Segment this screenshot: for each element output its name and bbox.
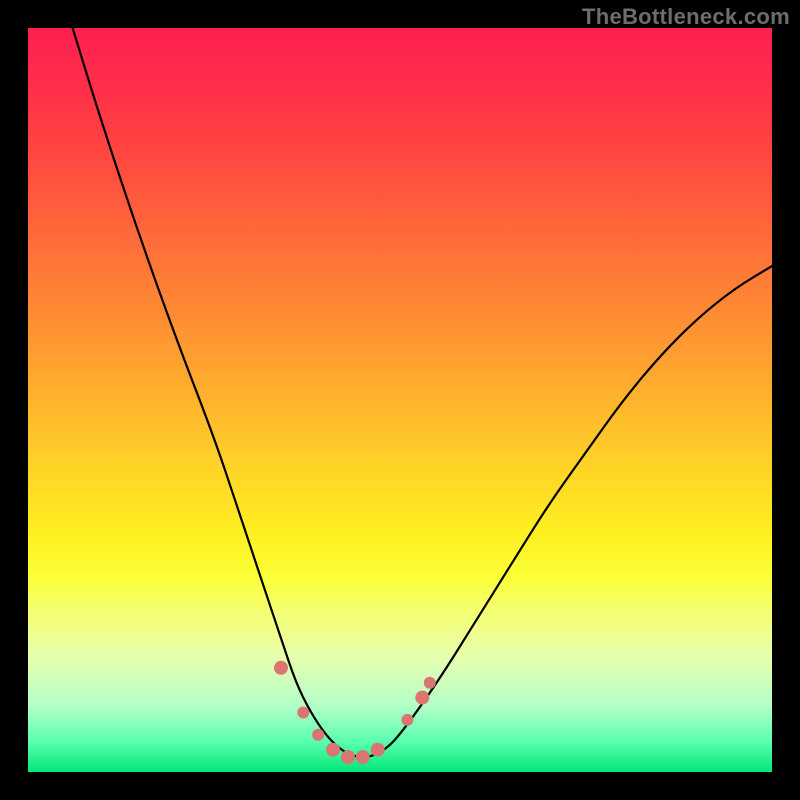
- plot-area: [28, 28, 772, 772]
- watermark-text: TheBottleneck.com: [582, 4, 790, 29]
- chart-frame: TheBottleneck.com: [0, 0, 800, 800]
- source-watermark: TheBottleneck.com: [582, 4, 790, 30]
